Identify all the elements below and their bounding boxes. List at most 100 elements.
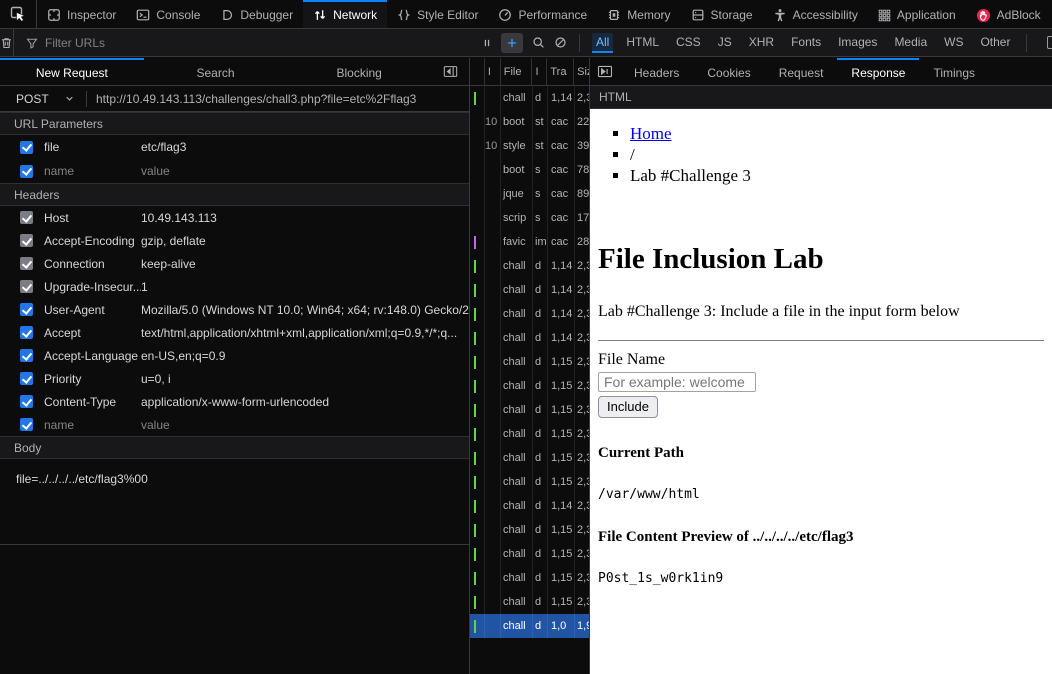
header-value[interactable]: application/x-www-form-urlencoded bbox=[141, 395, 469, 409]
breadcrumb-link[interactable]: Home bbox=[630, 124, 672, 143]
request-row[interactable]: chall d 1,15 2,3 bbox=[470, 374, 589, 398]
details-tab[interactable]: Timings bbox=[919, 58, 989, 85]
header-name[interactable]: Content-Type bbox=[44, 395, 141, 409]
search-icon[interactable] bbox=[532, 36, 545, 49]
column-domain[interactable]: I bbox=[485, 58, 501, 85]
parameter-checkbox[interactable] bbox=[20, 141, 33, 154]
column-status[interactable] bbox=[470, 58, 485, 85]
new-request-toggle-button[interactable] bbox=[501, 33, 523, 53]
request-row[interactable]: chall d 1,0 1,9 bbox=[470, 614, 589, 638]
devtools-tab[interactable]: Console bbox=[126, 0, 210, 28]
include-button[interactable]: Include bbox=[598, 396, 658, 418]
request-row[interactable]: chall d 1,14 2,3 bbox=[470, 326, 589, 350]
file-name-input[interactable] bbox=[598, 372, 756, 392]
header-name[interactable]: User-Agent bbox=[44, 303, 141, 317]
header-checkbox[interactable] bbox=[20, 280, 33, 293]
clear-requests-button[interactable] bbox=[0, 29, 14, 56]
header-value[interactable]: keep-alive bbox=[141, 257, 469, 271]
header-value[interactable]: 10.49.143.113 bbox=[141, 211, 469, 225]
request-row[interactable]: chall d 1,14 2,3 bbox=[470, 278, 589, 302]
request-editor-tab[interactable]: New Request bbox=[0, 58, 144, 85]
response-html-section[interactable]: HTML bbox=[590, 86, 1052, 109]
header-checkbox[interactable] bbox=[20, 395, 33, 408]
header-name[interactable]: Accept bbox=[44, 326, 141, 340]
header-checkbox[interactable] bbox=[20, 234, 33, 247]
header-checkbox[interactable] bbox=[20, 326, 33, 339]
header-value[interactable]: 1 bbox=[141, 280, 469, 294]
header-checkbox[interactable] bbox=[20, 211, 33, 224]
filter-urls-input[interactable] bbox=[45, 36, 425, 50]
devtools-tab[interactable]: Style Editor bbox=[387, 0, 488, 28]
request-row[interactable]: chall d 1,15 2,34 bbox=[470, 446, 589, 470]
devtools-tab[interactable]: Application bbox=[868, 0, 966, 28]
collapse-panel-button[interactable] bbox=[431, 58, 469, 85]
request-row[interactable]: chall d 1,14 2,3 bbox=[470, 254, 589, 278]
headers-section-header[interactable]: Headers bbox=[0, 183, 469, 206]
block-icon[interactable] bbox=[554, 36, 567, 49]
breadcrumb-link[interactable]: / bbox=[630, 145, 635, 164]
header-checkbox[interactable] bbox=[20, 349, 33, 362]
devtools-tab[interactable]: Inspector bbox=[37, 0, 126, 28]
header-value[interactable]: gzip, deflate bbox=[141, 234, 469, 248]
request-row[interactable]: chall d 1,15 2,34 bbox=[470, 566, 589, 590]
request-filter-pill[interactable]: Other bbox=[976, 33, 1014, 53]
devtools-tab[interactable]: Performance bbox=[488, 0, 597, 28]
header-name[interactable]: Connection bbox=[44, 257, 141, 271]
parameter-value[interactable]: etc/flag3 bbox=[141, 140, 469, 154]
header-value[interactable]: en-US,en;q=0.9 bbox=[141, 349, 469, 363]
request-row[interactable]: chall d 1,15 2,34 bbox=[470, 470, 589, 494]
request-filter-pill[interactable]: XHR bbox=[745, 33, 778, 53]
request-row[interactable]: scrip s cac 17 bbox=[470, 206, 589, 230]
header-value[interactable]: value bbox=[141, 418, 469, 432]
disable-cache-checkbox[interactable] bbox=[1047, 36, 1052, 49]
header-value[interactable]: Mozilla/5.0 (Windows NT 10.0; Win64; x64… bbox=[141, 303, 469, 317]
request-row[interactable]: chall d 1,15 2,34 bbox=[470, 422, 589, 446]
column-file[interactable]: File bbox=[501, 58, 533, 85]
request-filter-pill[interactable]: JS bbox=[714, 33, 736, 53]
request-row[interactable]: chall d 1,15 2,3 bbox=[470, 398, 589, 422]
request-row[interactable]: boot s cac 78, bbox=[470, 158, 589, 182]
parameter-name[interactable]: file bbox=[44, 140, 141, 154]
breadcrumb-link[interactable]: Lab #Challenge 3 bbox=[630, 166, 751, 185]
header-checkbox[interactable] bbox=[20, 257, 33, 270]
request-filter-pill[interactable]: All bbox=[592, 33, 613, 53]
column-size[interactable]: Siz bbox=[574, 58, 589, 85]
header-name[interactable]: Upgrade-Insecur... bbox=[44, 280, 141, 294]
body-section-header[interactable]: Body bbox=[0, 436, 469, 459]
devtools-tab[interactable]: Network bbox=[303, 0, 387, 28]
request-row[interactable]: 10 boot st cac 22, bbox=[470, 110, 589, 134]
request-row[interactable]: chall d 1,14 2,3 bbox=[470, 86, 589, 110]
request-row[interactable]: chall d 1,15 2,3 bbox=[470, 590, 589, 614]
resend-request-button[interactable] bbox=[590, 58, 620, 85]
request-editor-tab[interactable]: Blocking bbox=[287, 58, 431, 85]
parameter-name[interactable]: name bbox=[44, 164, 141, 178]
details-tab[interactable]: Headers bbox=[620, 58, 693, 85]
details-tab[interactable]: Request bbox=[765, 58, 838, 85]
header-name[interactable]: Accept-Language bbox=[44, 349, 141, 363]
request-filter-pill[interactable]: Images bbox=[834, 33, 881, 53]
request-row[interactable]: favic im cac 286 bbox=[470, 230, 589, 254]
url-parameters-section-header[interactable]: URL Parameters bbox=[0, 112, 469, 135]
details-tab[interactable]: Response bbox=[837, 58, 919, 85]
header-name[interactable]: Priority bbox=[44, 372, 141, 386]
header-checkbox[interactable] bbox=[20, 372, 33, 385]
devtools-tab[interactable]: Storage bbox=[681, 0, 763, 28]
request-row[interactable]: chall d 1,15 2,34 bbox=[470, 542, 589, 566]
request-row[interactable]: chall d 1,14 2,3 bbox=[470, 494, 589, 518]
request-editor-tab[interactable]: Search bbox=[144, 58, 288, 85]
devtools-tab[interactable]: Memory bbox=[597, 0, 680, 28]
header-name[interactable]: Host bbox=[44, 211, 141, 225]
request-row[interactable]: chall d 1,15 2,34 bbox=[470, 350, 589, 374]
header-name[interactable]: name bbox=[44, 418, 141, 432]
pause-icon[interactable] bbox=[482, 37, 492, 49]
column-type[interactable]: I bbox=[532, 58, 547, 85]
header-value[interactable]: u=0, i bbox=[141, 372, 469, 386]
method-select[interactable]: POST bbox=[0, 92, 86, 106]
request-filter-pill[interactable]: WS bbox=[940, 33, 967, 53]
header-checkbox[interactable] bbox=[20, 303, 33, 316]
node-picker-button[interactable] bbox=[0, 0, 37, 28]
request-row[interactable]: jque s cac 89, bbox=[470, 182, 589, 206]
devtools-tab[interactable]: Debugger bbox=[210, 0, 303, 28]
header-value[interactable]: text/html,application/xhtml+xml,applicat… bbox=[141, 326, 469, 340]
request-body-textarea[interactable]: file=../../../../etc/flag3%00 bbox=[0, 459, 469, 545]
